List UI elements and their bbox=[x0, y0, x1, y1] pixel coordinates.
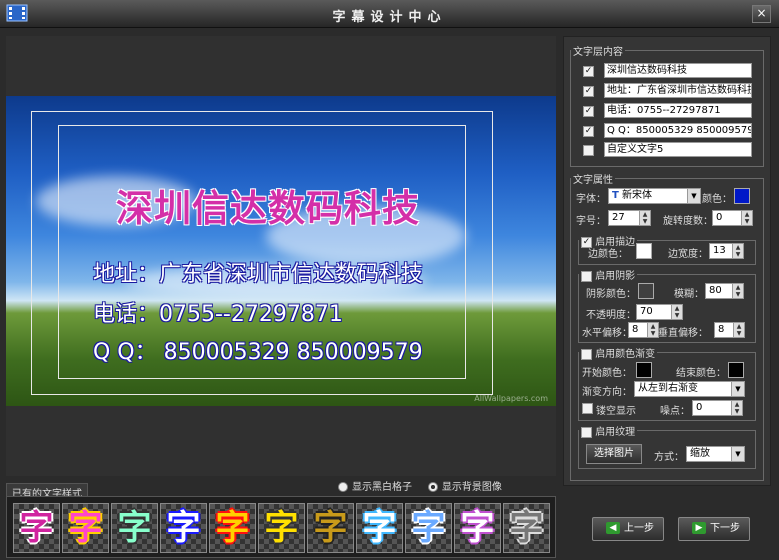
rotate-label: 旋转度数： bbox=[663, 216, 713, 227]
blur-spinner[interactable]: 80 ▲ ▼ bbox=[705, 283, 744, 299]
image-watermark: AllWallpapers.com bbox=[474, 394, 548, 403]
layer-3-text[interactable]: 电话：0755--27297871 bbox=[604, 103, 752, 118]
preview-line-4[interactable]: Q Q： 850005329 850009579 bbox=[93, 334, 423, 366]
text-style-swatch[interactable]: 字 bbox=[405, 503, 452, 553]
v-offset-spinner[interactable]: 8 ▲ ▼ bbox=[714, 322, 745, 338]
title-bar: 字幕设计中心 × bbox=[0, 0, 779, 28]
window-title: 字幕设计中心 bbox=[332, 10, 447, 25]
text-attributes-title: 文字属性 bbox=[573, 175, 613, 186]
arrow-left-icon: ◀ bbox=[606, 522, 620, 534]
text-style-swatch[interactable]: 字 bbox=[209, 503, 256, 553]
stroke-color-swatch[interactable] bbox=[636, 243, 652, 259]
chevron-down-icon: ▼ bbox=[731, 382, 744, 396]
display-options: 显示黑白格子 显示背景图像 bbox=[338, 478, 502, 493]
text-style-swatch[interactable]: 字 bbox=[111, 503, 158, 553]
color-label: 颜色： bbox=[702, 194, 732, 205]
noise-spinner[interactable]: 0 ▲ ▼ bbox=[692, 400, 743, 416]
gradient-start-swatch[interactable] bbox=[636, 362, 652, 378]
styles-strip: 字字字字字字字字字字字 bbox=[6, 496, 556, 558]
layer-3-checkbox[interactable]: ✓ bbox=[583, 106, 594, 117]
show-bg-image-radio[interactable]: 显示背景图像 bbox=[427, 482, 502, 493]
text-style-swatch[interactable]: 字 bbox=[13, 503, 60, 553]
layer-1-text[interactable]: 深圳信达数码科技 bbox=[604, 63, 752, 78]
chevron-down-icon: ▼ bbox=[731, 447, 744, 461]
v-offset-label: 垂直偏移： bbox=[658, 328, 708, 339]
gradient-end-swatch[interactable] bbox=[728, 362, 744, 378]
gradient-end-label: 结束颜色： bbox=[676, 368, 726, 379]
font-label: 字体： bbox=[576, 194, 606, 205]
prev-step-button[interactable]: ◀ 上一步 bbox=[592, 517, 664, 541]
stroke-width-label: 边宽度： bbox=[668, 249, 708, 260]
layer-2-checkbox[interactable]: ✓ bbox=[583, 86, 594, 97]
choose-image-button[interactable]: 选择图片 bbox=[586, 444, 642, 464]
close-button[interactable]: × bbox=[752, 5, 771, 23]
size-label: 字号： bbox=[576, 216, 606, 227]
gradient-toggle[interactable]: 启用颜色渐变 bbox=[579, 345, 657, 360]
h-offset-label: 水平偏移： bbox=[582, 328, 632, 339]
hollow-checkbox[interactable] bbox=[582, 403, 593, 414]
font-dropdown[interactable]: T 新宋体 ▼ bbox=[608, 188, 701, 204]
text-style-swatch[interactable]: 字 bbox=[62, 503, 109, 553]
text-style-swatch[interactable]: 字 bbox=[356, 503, 403, 553]
texture-mode-dropdown[interactable]: 缩放 ▼ bbox=[686, 446, 745, 462]
gradient-direction-label: 渐变方向： bbox=[582, 387, 632, 398]
font-size-spinner[interactable]: 27 ▲ ▼ bbox=[608, 210, 651, 226]
properties-panel: 文字层内容 ✓ 深圳信达数码科技 ✓ 地址：广东省深圳市信达数码科技 ✓ 电话：… bbox=[563, 36, 771, 486]
layer-1-checkbox[interactable]: ✓ bbox=[583, 66, 594, 77]
text-style-swatch[interactable]: 字 bbox=[258, 503, 305, 553]
rotate-spinner[interactable]: 0 ▲ ▼ bbox=[712, 210, 753, 226]
truetype-icon: T bbox=[612, 190, 619, 201]
show-bw-grid-radio[interactable]: 显示黑白格子 bbox=[338, 482, 412, 493]
gradient-direction-dropdown[interactable]: 从左到右渐变 ▼ bbox=[634, 381, 745, 397]
noise-label: 噪点： bbox=[660, 406, 690, 417]
preview-line-2[interactable]: 地址：广东省深圳市信达数码科技 bbox=[93, 256, 423, 288]
text-style-swatch[interactable]: 字 bbox=[454, 503, 501, 553]
h-offset-spinner[interactable]: 8 ▲ ▼ bbox=[628, 322, 659, 338]
layer-5-checkbox[interactable] bbox=[583, 145, 594, 156]
chevron-down-icon: ▼ bbox=[687, 189, 700, 203]
layer-content-title: 文字层内容 bbox=[573, 47, 623, 58]
opacity-label: 不透明度： bbox=[586, 310, 636, 321]
layer-4-text[interactable]: Q Q：850005329 850009579 bbox=[604, 123, 752, 138]
opacity-spinner[interactable]: 70 ▲ ▼ bbox=[636, 304, 683, 320]
next-step-button[interactable]: ▶ 下一步 bbox=[678, 517, 750, 541]
hollow-label: 镂空显示 bbox=[596, 406, 636, 417]
gradient-start-label: 开始颜色： bbox=[582, 368, 632, 379]
texture-toggle[interactable]: 启用纹理 bbox=[579, 423, 637, 438]
shadow-color-label: 阴影颜色： bbox=[586, 289, 636, 300]
arrow-right-icon: ▶ bbox=[692, 522, 706, 534]
shadow-color-swatch[interactable] bbox=[638, 283, 654, 299]
preview-line-1[interactable]: 深圳信达数码科技 bbox=[116, 178, 420, 232]
layer-2-text[interactable]: 地址：广东省深圳市信达数码科技 bbox=[604, 83, 752, 98]
subtitle-preview[interactable]: 深圳信达数码科技 地址：广东省深圳市信达数码科技 电话：0755--272978… bbox=[6, 96, 556, 406]
stroke-width-spinner[interactable]: 13 ▲ ▼ bbox=[709, 243, 744, 259]
preview-line-3[interactable]: 电话：0755--27297871 bbox=[93, 296, 343, 328]
text-style-swatch[interactable]: 字 bbox=[503, 503, 550, 553]
blur-label: 模糊： bbox=[674, 289, 704, 300]
stroke-color-label: 边颜色： bbox=[588, 249, 628, 260]
font-color-swatch[interactable] bbox=[734, 188, 750, 204]
shadow-toggle[interactable]: 启用阴影 bbox=[579, 267, 637, 282]
texture-mode-label: 方式： bbox=[654, 452, 684, 463]
layer-5-text[interactable]: 自定义文字5 bbox=[604, 142, 752, 157]
layer-4-checkbox[interactable]: ✓ bbox=[583, 126, 594, 137]
text-style-swatch[interactable]: 字 bbox=[160, 503, 207, 553]
text-style-swatch[interactable]: 字 bbox=[307, 503, 354, 553]
